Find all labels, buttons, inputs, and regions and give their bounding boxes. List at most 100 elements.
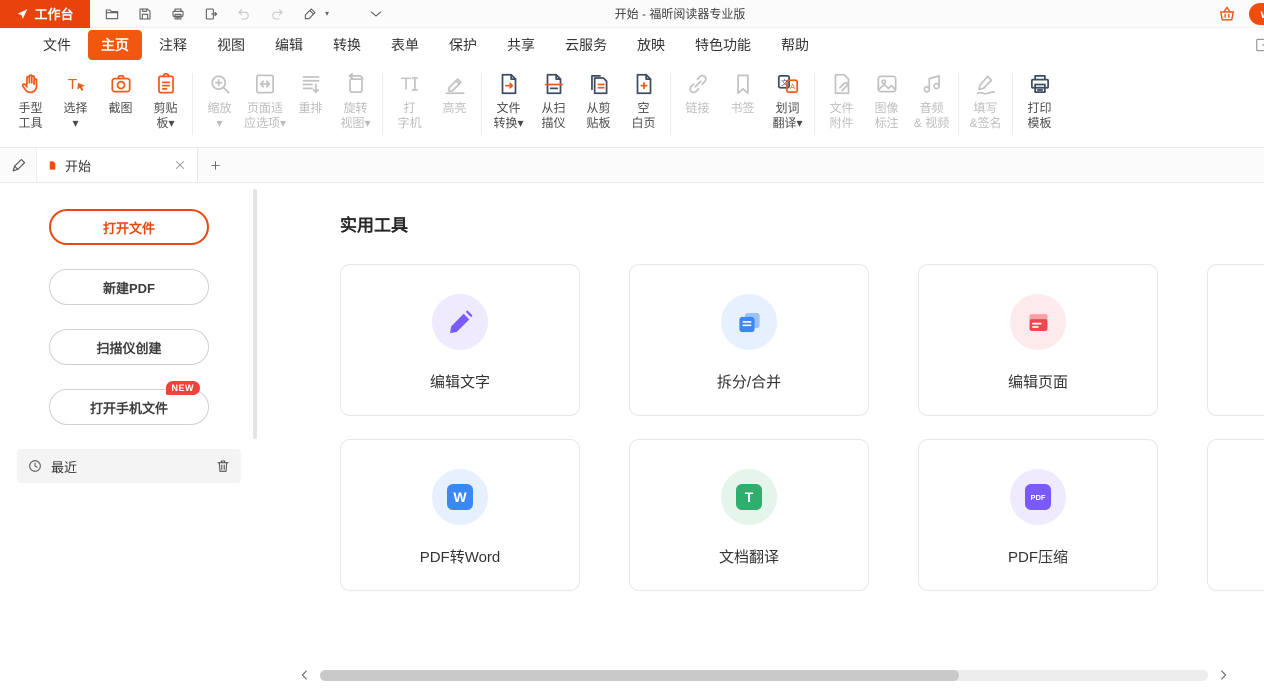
hand-icon bbox=[18, 71, 44, 97]
pages-stack-icon bbox=[736, 309, 763, 336]
magnifier-icon bbox=[207, 71, 233, 97]
menu-features[interactable]: 特色功能 bbox=[680, 29, 766, 61]
redo-icon bbox=[269, 6, 285, 22]
quill-icon bbox=[10, 157, 27, 174]
sidebar-button-scanner-create[interactable]: 扫描仪创建 bbox=[49, 329, 209, 365]
new-badge: NEW bbox=[166, 381, 201, 395]
sidebar-button-label: 打开文件 bbox=[103, 221, 155, 236]
sidebar-buttons: 打开文件新建PDF扫描仪创建打开手机文件NEW bbox=[49, 209, 209, 449]
ribbon-typewriter: T打字机 bbox=[387, 71, 432, 131]
cards-stack-icon bbox=[1025, 309, 1052, 336]
chevronWide-icon bbox=[368, 6, 384, 22]
workspace-home-button[interactable] bbox=[0, 148, 36, 182]
scrollbar-thumb[interactable] bbox=[320, 670, 959, 681]
tool-card-label: 文档翻译 bbox=[719, 546, 779, 567]
svg-text:A: A bbox=[789, 82, 795, 91]
svg-text:T: T bbox=[67, 76, 76, 93]
ribbon-snapshot[interactable]: 截图 bbox=[98, 71, 143, 116]
qat-open-file-button[interactable] bbox=[100, 3, 124, 25]
sign-icon bbox=[973, 71, 999, 97]
attach-icon bbox=[829, 71, 855, 97]
ribbon-select-tool[interactable]: T选择▾ bbox=[53, 71, 98, 131]
tool-card-label: 拆分/合并 bbox=[717, 371, 781, 392]
menu-edit[interactable]: 编辑 bbox=[260, 29, 318, 61]
tool-card-partial-bottom bbox=[1207, 439, 1264, 591]
menu-home[interactable]: 主页 bbox=[88, 30, 142, 60]
workspace-label: 工作台 bbox=[34, 4, 73, 23]
ribbon-from-clipboard[interactable]: 从剪贴板 bbox=[576, 71, 621, 131]
content-body: 打开文件新建PDF扫描仪创建打开手机文件NEW 最近 实用工具 编辑文字拆分/合… bbox=[0, 183, 1264, 691]
menu-convert[interactable]: 转换 bbox=[318, 29, 376, 61]
ribbon-rotate-view: 旋转视图▾ bbox=[333, 71, 378, 131]
pageConvert-icon bbox=[496, 71, 522, 97]
scroll-left-icon[interactable] bbox=[298, 668, 312, 682]
ribbon-from-scanner[interactable]: 从扫描仪 bbox=[531, 71, 576, 131]
typewriter-icon: T bbox=[397, 71, 423, 97]
qat-export-button[interactable] bbox=[199, 3, 223, 25]
recent-row[interactable]: 最近 bbox=[17, 449, 241, 483]
ribbon-clipboard[interactable]: 剪贴板▾ bbox=[143, 71, 188, 131]
pencil-icon bbox=[447, 309, 474, 336]
menu-comment[interactable]: 注释 bbox=[144, 29, 202, 61]
ribbon-highlight: 高亮 bbox=[432, 71, 477, 116]
titlebar: 工作台 ▾ 开始 - 福昕阅读器专业版 w bbox=[0, 0, 1264, 28]
ribbon-blank-page[interactable]: 空白页 bbox=[621, 71, 666, 131]
sidebar-button-open-mobile-file[interactable]: 打开手机文件NEW bbox=[49, 389, 209, 425]
qat-customize-toolbar-button[interactable] bbox=[364, 3, 388, 25]
tool-card-split-merge[interactable]: 拆分/合并 bbox=[629, 264, 869, 416]
menu-form[interactable]: 表单 bbox=[376, 29, 434, 61]
pageScan-icon bbox=[541, 71, 567, 97]
tool-card-pdf-to-word[interactable]: WPDF转Word bbox=[340, 439, 580, 591]
new-tab-button[interactable] bbox=[198, 148, 232, 182]
sidebar-scrollbar[interactable] bbox=[253, 189, 257, 439]
menu-view[interactable]: 视图 bbox=[202, 29, 260, 61]
ribbon-fill-sign: 填写&签名 bbox=[963, 71, 1008, 131]
tool-card-pdf-compress[interactable]: PDFPDF压缩 bbox=[918, 439, 1158, 591]
workspace-logo[interactable]: 工作台 bbox=[0, 0, 90, 28]
ribbon-file-convert[interactable]: 文件转换▾ bbox=[486, 71, 531, 131]
pdf-badge-icon: PDF bbox=[1025, 484, 1051, 510]
upgrade-button[interactable]: w bbox=[1249, 3, 1264, 25]
ribbon-separator bbox=[192, 73, 193, 135]
qat-save-button[interactable] bbox=[133, 3, 157, 25]
caret-down-icon: ▾ bbox=[325, 9, 329, 18]
ribbon-hand-tool[interactable]: 手型工具 bbox=[8, 71, 53, 131]
scrollbar-track[interactable] bbox=[320, 670, 1208, 681]
qat-print-button[interactable] bbox=[166, 3, 190, 25]
ribbon-reflow: 重排 bbox=[288, 71, 333, 116]
pageFit-icon bbox=[252, 71, 278, 97]
menu-help[interactable]: 帮助 bbox=[766, 29, 824, 61]
horizontal-scrollbar bbox=[298, 668, 1230, 682]
tab-start[interactable]: 开始 bbox=[36, 148, 198, 182]
pdf-badge-circle: PDF bbox=[1010, 469, 1066, 525]
ribbon-print-template[interactable]: 打印模板 bbox=[1017, 71, 1062, 131]
menu-file[interactable]: 文件 bbox=[28, 29, 86, 61]
tool-card-label: 编辑页面 bbox=[1008, 371, 1068, 392]
bookmark-icon bbox=[730, 71, 756, 97]
tool-card-doc-translate[interactable]: T文档翻译 bbox=[629, 439, 869, 591]
main-area: 实用工具 编辑文字拆分/合并编辑页面WPDF转WordT文档翻译PDFPDF压缩 bbox=[258, 183, 1264, 691]
qat-brush-button[interactable] bbox=[298, 3, 322, 25]
tab-close-icon[interactable] bbox=[173, 158, 187, 172]
scroll-right-icon[interactable] bbox=[1216, 668, 1230, 682]
menu-present[interactable]: 放映 bbox=[622, 29, 680, 61]
ribbon-word-translate[interactable]: 文A划词翻译▾ bbox=[765, 71, 810, 131]
panel-toggle-icon[interactable] bbox=[1252, 36, 1264, 54]
ribbon-separator bbox=[481, 73, 482, 135]
undo-icon bbox=[236, 6, 252, 22]
sidebar-button-label: 打开手机文件 bbox=[90, 401, 168, 416]
tool-card-edit-pages[interactable]: 编辑页面 bbox=[918, 264, 1158, 416]
clock-icon bbox=[27, 458, 43, 474]
trash-icon[interactable] bbox=[215, 458, 231, 474]
menu-share[interactable]: 共享 bbox=[492, 29, 550, 61]
clipboard-icon bbox=[153, 71, 179, 97]
ribbon-separator bbox=[670, 73, 671, 135]
store-basket-icon[interactable] bbox=[1217, 4, 1237, 24]
tool-card-edit-text[interactable]: 编辑文字 bbox=[340, 264, 580, 416]
menu-cloud-service[interactable]: 云服务 bbox=[550, 29, 622, 61]
ribbon-page-fit-options: 页面适应选项▾ bbox=[242, 71, 288, 131]
sidebar-button-new-pdf[interactable]: 新建PDF bbox=[49, 269, 209, 305]
menu-protect[interactable]: 保护 bbox=[434, 29, 492, 61]
sidebar-button-open-file[interactable]: 打开文件 bbox=[49, 209, 209, 245]
sidebar: 打开文件新建PDF扫描仪创建打开手机文件NEW 最近 bbox=[0, 183, 258, 691]
